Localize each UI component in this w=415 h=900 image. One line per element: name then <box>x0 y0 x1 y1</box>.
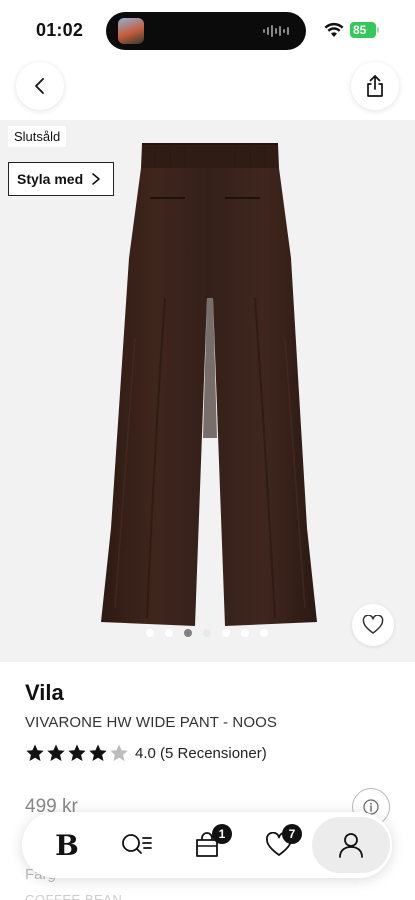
gallery-dot[interactable] <box>260 629 268 637</box>
sold-out-badge: Slutsåld <box>8 126 67 147</box>
star-filled-icon <box>68 744 86 761</box>
status-bar: 01:02 85 <box>0 0 415 60</box>
clock: 01:02 <box>36 20 84 40</box>
dynamic-island[interactable] <box>106 12 306 50</box>
chevron-right-icon <box>92 173 100 185</box>
add-to-favorites-button[interactable] <box>352 604 394 646</box>
star-filled-icon <box>89 744 107 761</box>
gallery-pagination[interactable] <box>146 629 268 639</box>
gallery-dot-active[interactable] <box>184 629 192 637</box>
tab-home[interactable]: B <box>42 820 92 870</box>
tab-account[interactable] <box>312 817 390 873</box>
tab-search[interactable] <box>112 820 162 870</box>
product-name: VIVARONE HW WIDE PANT - NOOS <box>25 714 277 731</box>
user-icon <box>339 833 363 858</box>
battery-level: 85 <box>353 23 367 37</box>
gallery-dot[interactable] <box>222 629 230 637</box>
audio-waveform-icon <box>263 25 289 37</box>
search-list-icon <box>122 834 152 854</box>
share-icon <box>367 75 383 97</box>
favorites-count-badge: 7 <box>282 824 302 844</box>
cart-count-badge: 1 <box>212 824 232 844</box>
wifi-icon <box>324 22 344 37</box>
rating-row[interactable]: 4.0 (5 Recensioner) <box>25 742 267 764</box>
gallery-dot[interactable] <box>241 629 249 637</box>
product-image-gallery[interactable]: Slutsåld Styla med <box>0 120 415 662</box>
tab-favorites[interactable]: 7 <box>254 820 304 870</box>
heart-icon <box>362 615 384 634</box>
brand-logo-icon: B <box>55 828 79 862</box>
style-with-label: Styla med <box>17 171 84 187</box>
battery-indicator: 85 <box>350 22 376 38</box>
star-filled-icon <box>26 744 44 761</box>
product-image-trousers <box>101 143 317 626</box>
battery-tip <box>377 27 379 33</box>
star-filled-icon <box>47 744 65 761</box>
star-empty-icon <box>110 744 128 761</box>
share-button[interactable] <box>351 62 399 110</box>
top-nav <box>0 60 415 118</box>
gallery-dot[interactable] <box>146 629 154 637</box>
now-playing-artwork <box>118 18 144 44</box>
back-button[interactable] <box>16 62 64 110</box>
tab-cart[interactable]: 1 <box>182 820 232 870</box>
bottom-tab-bar: B 1 7 <box>22 812 392 878</box>
rating-text: 4.0 (5 Recensioner) <box>135 744 267 762</box>
gallery-dot[interactable] <box>165 629 173 637</box>
gallery-dot[interactable] <box>203 629 211 637</box>
product-brand[interactable]: Vila <box>25 680 64 706</box>
rating-stars <box>25 743 129 763</box>
color-value: COFFEE BEAN <box>25 892 123 900</box>
chevron-left-icon <box>35 78 44 94</box>
style-with-button[interactable]: Styla med <box>8 162 114 196</box>
